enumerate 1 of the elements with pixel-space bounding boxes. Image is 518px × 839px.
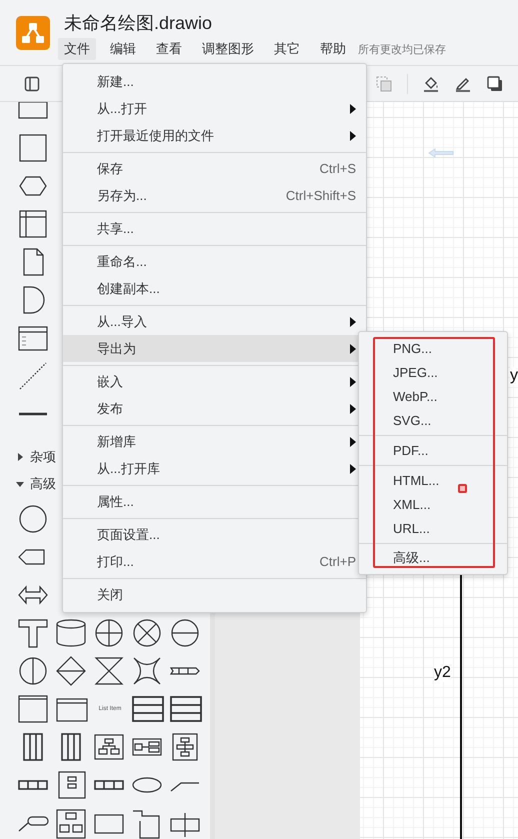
save-status: 所有更改均已保存	[358, 42, 446, 56]
